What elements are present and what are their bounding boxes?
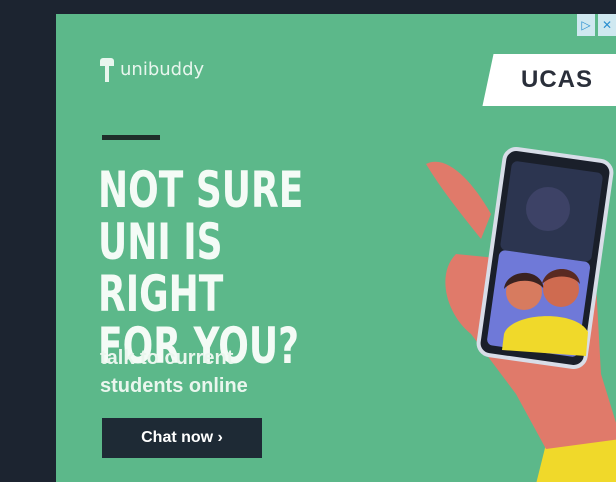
- subheadline-line: students online: [100, 375, 248, 397]
- subheadline-line: talk to current: [100, 347, 234, 369]
- brand-logo: unibuddy: [100, 56, 204, 82]
- brand-name: unibuddy: [120, 58, 205, 80]
- ucas-logo: UCAS: [482, 54, 616, 106]
- subheadline: talk to current students online: [100, 344, 340, 400]
- divider: [102, 135, 160, 140]
- headline-line: NOT SURE: [98, 161, 304, 219]
- close-icon[interactable]: ✕: [598, 14, 616, 36]
- adchoices[interactable]: ▷ ✕: [577, 14, 616, 36]
- info-icon[interactable]: ▷: [577, 14, 595, 36]
- headline: NOT SURE UNI IS RIGHT FOR YOU?: [98, 164, 343, 372]
- unibuddy-logo-icon: [100, 56, 114, 82]
- ucas-logo-text: UCAS: [520, 66, 593, 93]
- ad-banner[interactable]: ▷ ✕ unibuddy UCAS NOT SURE UNI IS RIGHT …: [56, 14, 616, 482]
- hand-phone-illustration: [426, 147, 616, 482]
- chat-now-button[interactable]: Chat now ›: [102, 418, 262, 458]
- thumb: [426, 161, 491, 239]
- headline-line: UNI IS RIGHT: [98, 213, 224, 323]
- student-face-1: [526, 187, 570, 231]
